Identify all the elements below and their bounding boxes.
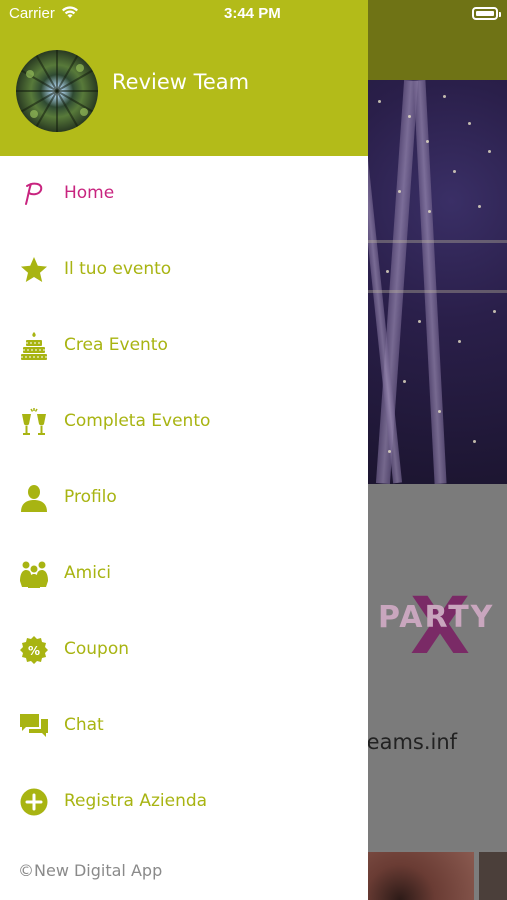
cake-icon	[19, 331, 49, 361]
menu-item-profilo[interactable]: Profilo	[0, 460, 368, 536]
menu-item-label: Amici	[64, 563, 111, 583]
event-hero-image	[368, 80, 507, 484]
menu-item-home[interactable]: Home	[0, 156, 368, 232]
event-thumbnail[interactable]	[479, 852, 507, 900]
chat-icon	[19, 711, 49, 741]
menu-item-label: Profilo	[64, 487, 117, 507]
brand-p-icon	[19, 179, 49, 209]
navigation-drawer: Review Team Home Il tuo evento Crea Even…	[0, 0, 368, 900]
menu-item-il-tuo-evento[interactable]: Il tuo evento	[0, 232, 368, 308]
menu-item-label: Registra Azienda	[64, 791, 208, 811]
friends-icon	[19, 559, 49, 589]
battery-icon	[472, 7, 501, 20]
status-bar: Carrier 3:44 PM	[0, 0, 507, 28]
wifi-icon	[61, 5, 79, 23]
avatar[interactable]	[16, 50, 98, 132]
menu-item-chat[interactable]: Chat	[0, 688, 368, 764]
menu-item-registra-azienda[interactable]: Registra Azienda	[0, 764, 368, 840]
menu-item-label: Crea Evento	[64, 335, 168, 355]
person-icon	[19, 483, 49, 513]
menu-item-label: Coupon	[64, 639, 130, 659]
coupon-icon: %	[19, 635, 49, 665]
copyright-text: ©New Digital App	[18, 861, 163, 880]
add-circle-icon	[19, 787, 49, 817]
event-url: etdreams.inf	[368, 730, 458, 754]
user-name: Review Team	[112, 70, 250, 94]
menu-item-coupon[interactable]: % Coupon	[0, 612, 368, 688]
toast-glasses-icon	[19, 407, 49, 437]
menu-item-label: Chat	[64, 715, 104, 735]
event-thumbnail[interactable]	[368, 852, 474, 900]
menu-item-label: Completa Evento	[64, 411, 211, 431]
party-logo-text: PARTY	[378, 600, 495, 635]
menu-item-label: Il tuo evento	[64, 259, 172, 279]
star-icon	[19, 255, 49, 285]
menu-item-label: Home	[64, 183, 115, 203]
clock: 3:44 PM	[224, 5, 281, 22]
carrier-label: Carrier	[9, 5, 55, 22]
menu-item-amici[interactable]: Amici	[0, 536, 368, 612]
svg-text:%: %	[28, 644, 40, 658]
menu-item-completa-evento[interactable]: Completa Evento	[0, 384, 368, 460]
menu-item-crea-evento[interactable]: Crea Evento	[0, 308, 368, 384]
